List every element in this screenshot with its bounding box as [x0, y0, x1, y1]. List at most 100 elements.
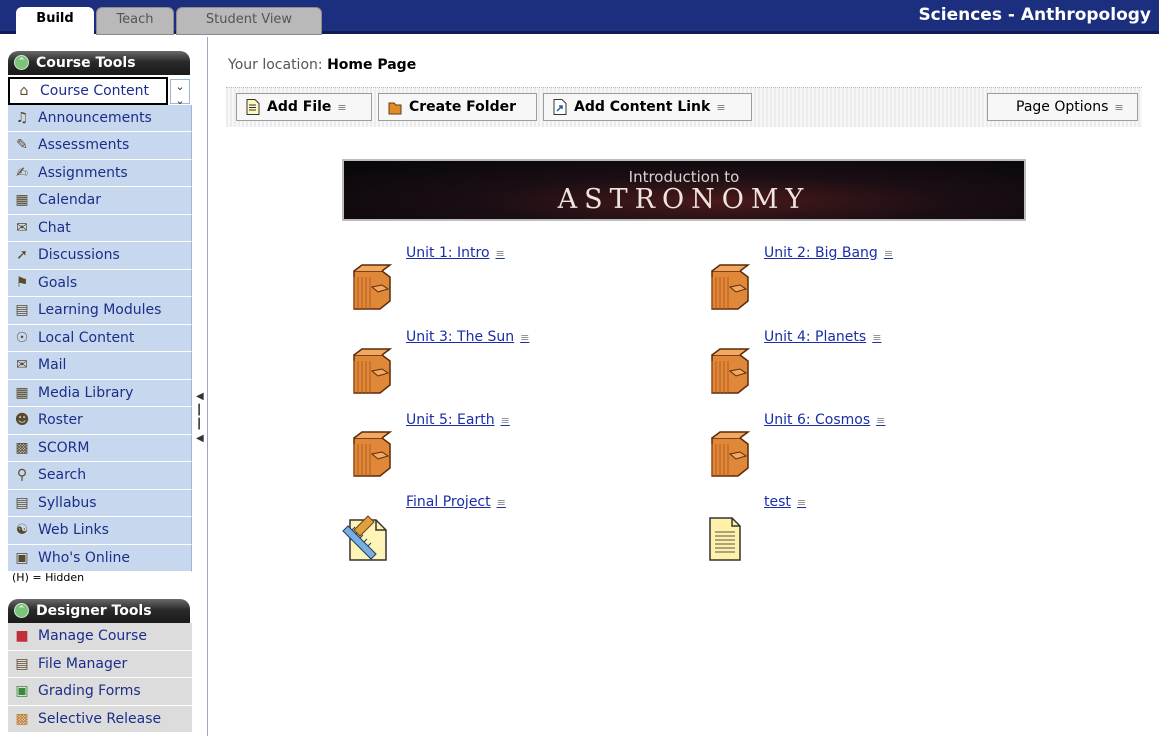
document-icon[interactable] [698, 506, 756, 564]
content-link[interactable]: Unit 4: Planets ≡ [764, 329, 881, 345]
dropdown-icon[interactable]: ≡ [716, 101, 725, 114]
course-tools-header[interactable]: ⌃ Course Tools [8, 51, 190, 75]
link-icon [553, 99, 567, 115]
sidebar-item-label: Learning Modules [38, 302, 162, 319]
content-link[interactable]: Unit 2: Big Bang ≡ [764, 245, 893, 261]
disc-icon: ☉ [15, 329, 29, 346]
sidebar-item-calendar[interactable]: ▦ Calendar [8, 187, 192, 215]
sidebar-item-announcements[interactable]: ♫ Announcements [8, 104, 192, 132]
page-options-button[interactable]: Page Options ≡ [987, 93, 1138, 121]
sidebar-item-mail[interactable]: ✉ Mail [8, 352, 192, 380]
dropdown-icon[interactable]: ≡ [496, 247, 505, 260]
designer-tools-list: ■ Manage Course ▤ File Manager ▣ Grading… [8, 623, 192, 733]
course-title: Sciences - Anthropology [918, 5, 1151, 25]
sidebar-item-local-content[interactable]: ☉ Local Content [8, 324, 192, 352]
project-icon[interactable] [340, 506, 398, 564]
sidebar: ⌃ Course Tools ⌂ Course Content ♫ Announ… [0, 37, 192, 736]
sidebar-item-label: Who's Online [38, 549, 131, 566]
dropdown-icon[interactable]: ≡ [872, 331, 881, 344]
sidebar-item-file-manager[interactable]: ▤ File Manager [8, 650, 192, 678]
content-item-unit-3: Unit 3: The Sun ≡ [340, 329, 640, 419]
tab-teach[interactable]: Teach [96, 7, 174, 35]
sidebar-item-label: Assignments [38, 164, 128, 181]
sidebar-item-label: Assessments [38, 137, 130, 154]
sidebar-item-scorm[interactable]: ▩ SCORM [8, 434, 192, 462]
content-item-unit-1: Unit 1: Intro ≡ [340, 245, 640, 335]
toolbar: Add File ≡ Create Folder Add Content Link… [226, 87, 1142, 127]
chat-bubble-icon: ✉ [16, 219, 28, 236]
page-options-label: Page Options [1016, 99, 1109, 115]
folder-icon[interactable] [340, 424, 398, 482]
folder-icon[interactable] [340, 341, 398, 399]
create-folder-button[interactable]: Create Folder [378, 93, 537, 121]
content-link[interactable]: Unit 6: Cosmos ≡ [764, 412, 885, 428]
dropdown-icon[interactable]: ≡ [1114, 101, 1123, 114]
pushpin-icon: ➚ [16, 247, 28, 264]
collapse-icon[interactable]: ⌃ [14, 603, 29, 618]
sidebar-item-label: Local Content [38, 329, 135, 346]
person-icon: ▣ [15, 549, 29, 566]
content-link[interactable]: Unit 5: Earth ≡ [406, 412, 510, 428]
syllabus-icon: ▤ [15, 494, 29, 511]
content-item-unit-2: Unit 2: Big Bang ≡ [698, 245, 998, 335]
sidebar-item-manage-course[interactable]: ■ Manage Course [8, 623, 192, 651]
media-library-icon: ▦ [15, 384, 29, 401]
breadcrumb: Your location: Home Page [228, 57, 416, 73]
sidebar-item-course-content[interactable]: ⌂ Course Content [8, 77, 168, 105]
sidebar-item-label: Syllabus [38, 494, 97, 511]
sidebar-item-label: Selective Release [38, 710, 162, 727]
course-tools-title: Course Tools [36, 55, 136, 71]
sidebar-item-learning-modules[interactable]: ▤ Learning Modules [8, 297, 192, 325]
goals-icon: ⚑ [15, 274, 29, 291]
dropdown-icon[interactable]: ≡ [337, 101, 346, 114]
sidebar-item-syllabus[interactable]: ▤ Syllabus [8, 489, 192, 517]
add-content-link-button[interactable]: Add Content Link ≡ [543, 93, 752, 121]
file-manager-icon: ▤ [15, 655, 29, 672]
collapse-icon[interactable]: ⌃ [14, 55, 29, 70]
dropdown-icon[interactable]: ≡ [876, 414, 885, 427]
sidebar-item-web-links[interactable]: ☯ Web Links [8, 517, 192, 545]
content-link[interactable]: Unit 1: Intro ≡ [406, 245, 505, 261]
sidebar-item-discussions[interactable]: ➚ Discussions [8, 242, 192, 270]
dropdown-icon[interactable]: ≡ [884, 247, 893, 260]
sidebar-item-label: Manage Course [38, 628, 147, 645]
dropdown-icon[interactable]: ≡ [797, 496, 806, 509]
release-icon: ▩ [15, 710, 29, 727]
course-banner: Introduction to ASTRONOMY [342, 159, 1026, 221]
sidebar-item-label: Discussions [38, 247, 120, 264]
scorm-icon: ▩ [15, 439, 29, 456]
tab-student-view[interactable]: Student View [176, 7, 322, 35]
tab-build[interactable]: Build [16, 7, 94, 35]
folder-icon[interactable] [698, 424, 756, 482]
designer-tools-header[interactable]: ⌃ Designer Tools [8, 599, 190, 623]
sidebar-item-whos-online[interactable]: ▣ Who's Online [8, 544, 192, 572]
folder-icon[interactable] [698, 257, 756, 315]
sidebar-item-selective-release[interactable]: ▩ Selective Release [8, 705, 192, 733]
dropdown-icon[interactable]: ≡ [501, 414, 510, 427]
sidebar-item-assignments[interactable]: ✍ Assignments [8, 159, 192, 187]
file-icon [246, 99, 260, 115]
house-icon: ⌂ [19, 82, 29, 99]
content-link[interactable]: test ≡ [764, 494, 806, 510]
folder-icon[interactable] [340, 257, 398, 315]
sidebar-item-search[interactable]: ⚲ Search [8, 462, 192, 490]
content-link[interactable]: Unit 3: The Sun ≡ [406, 329, 529, 345]
sidebar-item-label: Grading Forms [38, 683, 141, 700]
add-file-button[interactable]: Add File ≡ [236, 93, 372, 121]
sidebar-item-roster[interactable]: ☻ Roster [8, 407, 192, 435]
sidebar-item-media-library[interactable]: ▦ Media Library [8, 379, 192, 407]
dropdown-icon[interactable]: ≡ [520, 331, 529, 344]
sidebar-item-chat[interactable]: ✉ Chat [8, 214, 192, 242]
sidebar-item-grading-forms[interactable]: ▣ Grading Forms [8, 678, 192, 706]
chevron-down-icon[interactable]: ⌄ ⌄ [170, 79, 190, 107]
sidebar-item-label: Media Library [38, 384, 134, 401]
sidebar-item-label: SCORM [38, 439, 90, 456]
banner-title: ASTRONOMY [557, 184, 811, 215]
sidebar-item-goals[interactable]: ⚑ Goals [8, 269, 192, 297]
dropdown-icon[interactable]: ≡ [497, 496, 506, 509]
folder-icon[interactable] [698, 341, 756, 399]
sidebar-item-assessments[interactable]: ✎ Assessments [8, 132, 192, 160]
content-link[interactable]: Final Project ≡ [406, 494, 506, 510]
calendar-icon: ▦ [15, 192, 29, 209]
people-icon: ☻ [14, 412, 30, 429]
